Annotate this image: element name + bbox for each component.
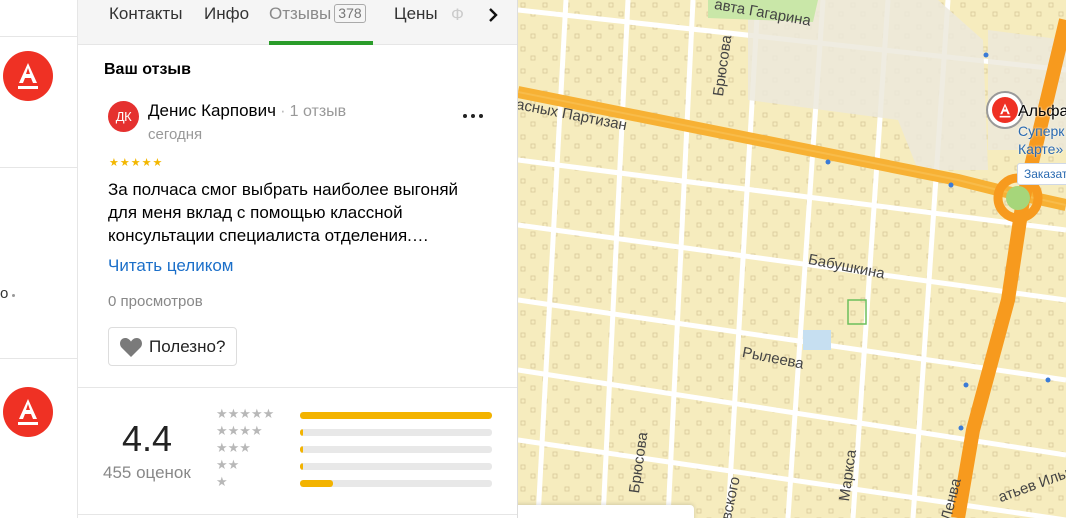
- star-icon: ★: [141, 157, 152, 169]
- organization-panel: Контакты Инфо Отзывы 378 Цены Ф Ваш отзыв…: [78, 0, 518, 518]
- rating-distribution-row[interactable]: ★★★★★: [216, 406, 496, 423]
- separator-dot: ·: [279, 101, 286, 120]
- rating-bar-track: [300, 412, 492, 419]
- star-icon: ★★★★★: [216, 406, 275, 421]
- review-date: сегодня: [148, 126, 203, 143]
- left-card-divider: [0, 36, 78, 37]
- star-icon: ★★: [216, 457, 240, 472]
- rating-distribution-row[interactable]: ★★★: [216, 440, 496, 457]
- star-icon: ★: [152, 157, 163, 169]
- helpful-label: Полезно?: [149, 336, 226, 356]
- order-chip[interactable]: Заказать: [1017, 163, 1066, 185]
- rating-distribution-row[interactable]: ★★: [216, 457, 496, 474]
- left-partial-text: о: [0, 285, 9, 302]
- star-icon: ★: [119, 157, 130, 169]
- heart-icon: [120, 337, 142, 357]
- poi-subtitle-line: Суперк: [1018, 123, 1065, 139]
- tabs-next-button[interactable]: [478, 0, 508, 30]
- map-bottom-sheet[interactable]: [518, 505, 694, 518]
- rating-bar-track: [300, 463, 492, 470]
- star-icon: ★★★: [216, 440, 251, 455]
- review-views: 0 просмотров: [108, 293, 203, 310]
- alfa-bank-logo-icon[interactable]: [3, 51, 53, 101]
- rating-bar-fill: [300, 463, 303, 470]
- alfa-bank-logo-icon[interactable]: [3, 387, 53, 437]
- tab-prices[interactable]: Цены: [394, 4, 438, 24]
- map-view[interactable]: асных Партизан авта Гагарина Брюсова Баб…: [518, 0, 1066, 518]
- average-rating: 4.4: [122, 418, 173, 459]
- tab-bar: Контакты Инфо Отзывы 378 Цены Ф: [78, 0, 517, 45]
- rating-distribution-row[interactable]: ★★★★: [216, 423, 496, 440]
- rating-bar-fill: [300, 480, 333, 487]
- rating-bar-track: [300, 429, 492, 436]
- alfa-bank-logo-icon: [992, 97, 1018, 123]
- section-divider: [78, 387, 517, 388]
- tab-info[interactable]: Инфо: [204, 4, 249, 24]
- review-author-line: Денис Карпович · 1 отзыв: [148, 101, 346, 121]
- tab-reviews-label: Отзывы: [269, 4, 332, 23]
- rating-bar-track: [300, 480, 492, 487]
- review-text: За полчаса смог выбрать наиболее выгоняй…: [108, 180, 459, 245]
- review-rating-stars: ★ ★ ★ ★ ★: [109, 158, 162, 169]
- tab-reviews[interactable]: Отзывы 378: [269, 4, 366, 24]
- rating-bar-fill: [300, 412, 492, 419]
- helpful-button[interactable]: Полезно?: [108, 327, 237, 366]
- read-more-link[interactable]: Читать целиком: [108, 256, 234, 276]
- tab-contacts[interactable]: Контакты: [109, 4, 182, 24]
- your-review-title: Ваш отзыв: [104, 61, 191, 78]
- ratings-count: 455 оценок: [103, 463, 191, 482]
- poi-title[interactable]: Альфа: [1018, 103, 1066, 121]
- star-icon: ★★★★: [216, 423, 263, 438]
- star-icon: ★: [130, 157, 141, 169]
- map-canvas[interactable]: [518, 0, 1066, 518]
- rating-bar-track: [300, 446, 492, 453]
- avatar[interactable]: ДК: [108, 101, 139, 132]
- reviews-count-badge: 378: [334, 4, 366, 23]
- left-card-divider: [0, 167, 78, 168]
- left-dot-separator: [12, 294, 15, 297]
- rating-distribution-row[interactable]: ★: [216, 474, 496, 491]
- poi-subtitle: Суперк Карте»: [1018, 122, 1064, 158]
- star-icon: ★: [216, 474, 228, 489]
- section-divider: [78, 514, 517, 515]
- left-card-divider: [0, 358, 78, 359]
- active-tab-indicator: [269, 41, 373, 45]
- review-author-name[interactable]: Денис Карпович: [148, 101, 276, 120]
- rating-bar-fill: [300, 429, 303, 436]
- star-icon: ★: [109, 157, 119, 169]
- rating-bar-fill: [300, 446, 303, 453]
- chevron-right-icon: [489, 8, 498, 22]
- left-results-strip: о: [0, 0, 78, 518]
- tab-truncated[interactable]: Ф: [451, 5, 464, 25]
- poi-subtitle-line: Карте»: [1018, 141, 1064, 157]
- author-reviews-count: 1 отзыв: [289, 103, 347, 120]
- more-dots-icon[interactable]: [458, 106, 488, 126]
